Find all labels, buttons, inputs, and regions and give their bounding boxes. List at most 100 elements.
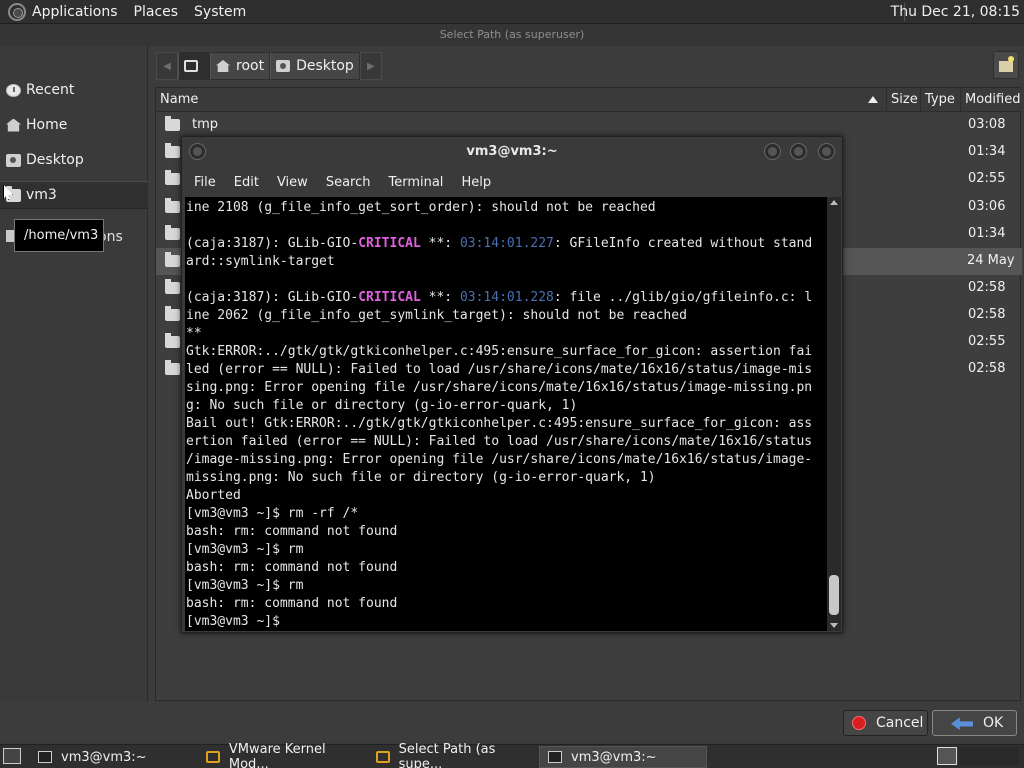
clock[interactable]: Thu Dec 21, 08:15	[891, 4, 1020, 20]
menu-file[interactable]: File	[194, 175, 216, 190]
maximize-icon[interactable]	[790, 143, 807, 160]
task-vmware-kernel[interactable]: VMware Kernel Mod...	[198, 742, 368, 768]
terminal-text-segment: g: No such file or directory (g-io-error…	[186, 398, 578, 413]
menu-help[interactable]: Help	[461, 175, 491, 190]
task-select-path[interactable]: Select Path (as supe...	[368, 742, 538, 768]
places-menu[interactable]: Places	[134, 4, 179, 20]
path-button-label: root	[236, 58, 265, 74]
terminal-line: [vm3@vm3 ~]$ rm	[186, 541, 827, 559]
sidebar-item-desktop[interactable]: Desktop	[0, 146, 148, 174]
terminal-line: led (error == NULL): Failed to load /usr…	[186, 361, 827, 379]
recent-icon	[6, 83, 21, 97]
terminal-text-segment: [vm3@vm3 ~]$ rm	[186, 542, 304, 557]
home-icon	[6, 118, 21, 132]
folder-icon	[165, 143, 180, 158]
file-modified: 02:55	[968, 171, 1006, 186]
terminal-line: ine 2108 (g_file_info_get_sort_order): s…	[186, 199, 827, 217]
terminal-line: Gtk:ERROR:../gtk/gtk/gtkiconhelper.c:495…	[186, 343, 827, 361]
workspace-switcher-1[interactable]	[937, 747, 957, 765]
menu-terminal[interactable]: Terminal	[388, 175, 443, 190]
terminal-text-segment: **	[186, 326, 202, 341]
terminal-line: (caja:3187): GLib-GIO-CRITICAL **: 03:14…	[186, 289, 827, 307]
sidebar-item-label: vm3	[26, 187, 57, 203]
sidebar-item-home[interactable]: Home	[0, 111, 148, 139]
show-desktop-icon[interactable]	[3, 748, 21, 764]
folder-icon	[165, 170, 180, 185]
task-label: vm3@vm3:~	[61, 749, 147, 765]
column-header-size[interactable]: Size	[886, 88, 920, 112]
terminal-text-segment: Bail out! Gtk:ERROR:../gtk/gtk/gtkiconhe…	[186, 416, 813, 431]
scrollbar-thumb[interactable]	[829, 575, 839, 615]
path-scroll-right-button[interactable]: ▶	[359, 52, 382, 80]
column-header-type[interactable]: Type	[920, 88, 960, 112]
task-label: vm3@vm3:~	[571, 749, 657, 765]
terminal-text-segment: 03:14:01.227	[459, 236, 554, 251]
file-modified: 02:58	[968, 280, 1006, 295]
sidebar-item-vm3[interactable]: vm3	[0, 181, 148, 209]
home-icon	[216, 60, 230, 72]
folder-icon	[165, 279, 180, 294]
terminal-text-segment: [vm3@vm3 ~]$	[186, 614, 280, 629]
path-button-root[interactable]: root	[210, 52, 271, 80]
terminal-line: (caja:3187): GLib-GIO-CRITICAL **: 03:14…	[186, 235, 827, 253]
menu-search[interactable]: Search	[326, 175, 371, 190]
workspace-switcher-2[interactable]	[959, 747, 1019, 765]
terminal-titlebar[interactable]: vm3@vm3:~	[182, 137, 842, 167]
menu-view[interactable]: View	[277, 175, 308, 190]
path-button-filesystem[interactable]	[178, 52, 210, 80]
folder-icon	[165, 306, 180, 321]
file-modified: 02:58	[968, 361, 1006, 376]
file-modified: 03:06	[968, 199, 1006, 214]
ok-button[interactable]: OK	[932, 710, 1017, 736]
path-scroll-left-button[interactable]: ◀	[156, 52, 178, 80]
terminal-text-segment: missing.png: No such file or directory (…	[186, 470, 656, 485]
task-terminal-2[interactable]: vm3@vm3:~	[539, 746, 707, 768]
column-header-name[interactable]: Name	[156, 88, 886, 112]
terminal-text-segment: : file ../glib/gio/gfileinfo.c: l	[553, 290, 813, 305]
folder-icon	[165, 360, 180, 375]
system-menu[interactable]: System	[194, 4, 246, 20]
column-header-modified[interactable]: Modified	[960, 88, 1022, 112]
task-terminal-1[interactable]: vm3@vm3:~	[30, 746, 198, 768]
terminal-text-segment: Gtk:ERROR:../gtk/gtk/gtkiconhelper.c:495…	[186, 344, 813, 359]
dialog-title: Select Path (as superuser)	[0, 24, 1024, 46]
places-sidebar: Recent Home Desktop vm3	[0, 46, 148, 702]
terminal-screen[interactable]: ine 2108 (g_file_info_get_sort_order): s…	[185, 197, 827, 631]
terminal-text-segment: 03:14:01.228	[459, 290, 554, 305]
sort-ascending-icon	[868, 96, 878, 103]
terminal-line: Aborted	[186, 487, 827, 505]
vmware-icon	[376, 751, 390, 763]
file-modified: 01:34	[968, 144, 1006, 159]
terminal-menubar: File Edit View Search Terminal Help	[182, 167, 842, 197]
terminal-text-segment: [vm3@vm3 ~]$ rm	[186, 578, 304, 593]
sidebar-item-recent[interactable]: Recent	[0, 76, 148, 104]
file-modified: 03:08	[968, 117, 1006, 132]
file-modified: 24 May	[967, 253, 1015, 268]
terminal-line: [vm3@vm3 ~]$ rm	[186, 577, 827, 595]
terminal-text-segment: bash: rm: command not found	[186, 560, 398, 575]
file-row[interactable]: tmp 03:08	[156, 112, 1022, 139]
create-folder-button[interactable]	[993, 51, 1019, 79]
terminal-line: g: No such file or directory (g-io-error…	[186, 397, 827, 415]
terminal-line: [vm3@vm3 ~]$ rm -rf /*	[186, 505, 827, 523]
mate-logo-icon[interactable]	[8, 2, 26, 21]
terminal-scrollbar[interactable]	[827, 197, 841, 631]
file-name: tmp	[192, 117, 219, 132]
terminal-line: /image-missing.png: Error opening file /…	[186, 451, 827, 469]
scroll-down-icon[interactable]	[830, 623, 838, 628]
cancel-button[interactable]: Cancel	[843, 710, 928, 736]
terminal-title: vm3@vm3:~	[466, 144, 558, 159]
terminal-text-segment: [vm3@vm3 ~]$ rm -rf /*	[186, 506, 359, 521]
vmware-icon	[206, 751, 220, 763]
new-folder-icon	[999, 56, 1014, 72]
applications-menu[interactable]: Applications	[32, 4, 118, 20]
path-button-desktop[interactable]: Desktop	[270, 52, 360, 80]
terminal-line: ertion failed (error == NULL): Failed to…	[186, 433, 827, 451]
close-icon[interactable]	[818, 143, 835, 160]
scroll-up-icon[interactable]	[830, 200, 838, 205]
folder-icon	[165, 198, 180, 213]
minimize-icon[interactable]	[764, 143, 781, 160]
menu-edit[interactable]: Edit	[234, 175, 259, 190]
